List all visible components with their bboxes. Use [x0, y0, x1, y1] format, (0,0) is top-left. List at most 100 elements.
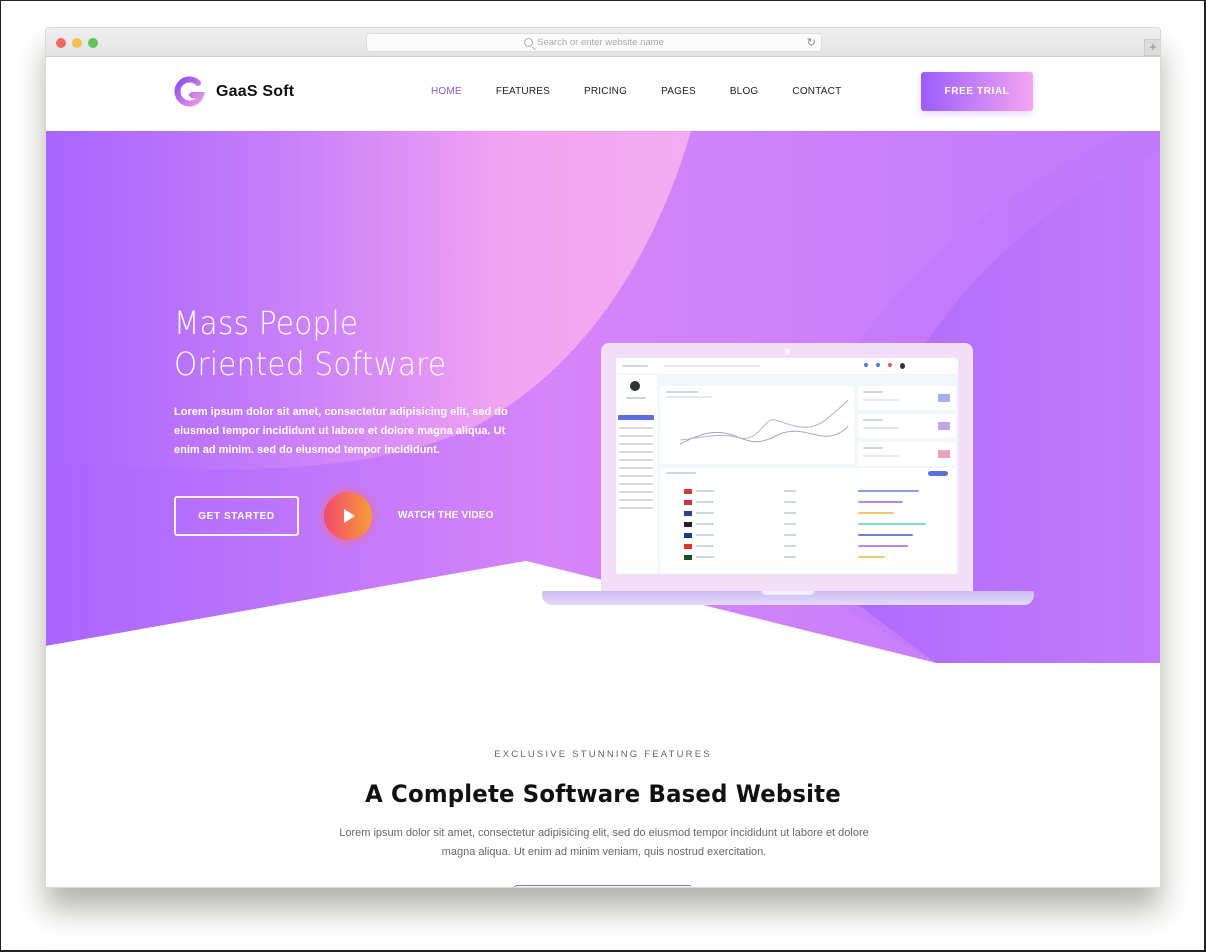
country-name — [696, 534, 714, 536]
brand-name: GaaS Soft — [216, 83, 295, 100]
country-value — [784, 501, 796, 503]
features-kicker: EXCLUSIVE STUNNING FEATURES — [494, 749, 712, 760]
dashboard-menu-item — [619, 443, 653, 445]
laptop-base — [542, 591, 1034, 605]
dashboard-menu-item — [619, 499, 653, 501]
nav-pages[interactable]: PAGES — [661, 86, 696, 97]
nav-features[interactable]: FEATURES — [496, 86, 550, 97]
reload-icon[interactable]: ↻ — [807, 36, 816, 49]
stat-card-sparkline — [938, 394, 950, 402]
country-name — [696, 501, 714, 503]
new-tab-button[interactable]: + — [1144, 39, 1160, 56]
main-menu: HOME FEATURES PRICING PAGES BLOG CONTACT — [431, 86, 875, 97]
watch-video-link[interactable]: WATCH THE VIDEO — [398, 510, 494, 521]
dashboard-icon — [876, 363, 880, 367]
country-name — [696, 523, 714, 525]
dashboard-countries-table — [660, 468, 956, 574]
dashboard-menu-item — [619, 435, 653, 437]
stat-card-subtitle — [863, 427, 899, 429]
hero-section: Mass People Oriented Software Lorem ipsu… — [46, 131, 1160, 671]
play-icon — [344, 509, 355, 523]
logo-icon — [174, 76, 206, 107]
site-navbar: GaaS Soft HOME FEATURES PRICING PAGES BL… — [46, 57, 1160, 131]
maximize-window-button[interactable] — [88, 38, 98, 48]
brand-logo[interactable]: GaaS Soft — [174, 76, 294, 108]
countries-table-title — [666, 472, 696, 474]
country-value — [784, 556, 796, 558]
country-flag — [684, 544, 692, 549]
get-started-button[interactable]: GET STARTED — [174, 496, 299, 536]
dashboard-brand — [622, 365, 648, 367]
country-flag — [684, 533, 692, 538]
country-progress-bar — [858, 512, 894, 514]
dashboard-icon — [888, 363, 892, 367]
country-value — [784, 512, 796, 514]
dashboard-menu-item — [619, 483, 653, 485]
features-button[interactable] — [514, 885, 692, 887]
country-name — [696, 556, 714, 558]
search-icon — [524, 38, 534, 47]
minimize-window-button[interactable] — [72, 38, 82, 48]
stat-card-title — [863, 419, 883, 421]
address-placeholder: Search or enter website name — [537, 37, 664, 48]
dashboard-analytics-card — [660, 386, 854, 464]
dashboard-avatar — [900, 363, 905, 369]
dashboard-menu-item — [619, 475, 653, 477]
hero-description: Lorem ipsum dolor sit amet, consectetur … — [174, 406, 508, 456]
country-name — [696, 545, 714, 547]
country-progress-bar — [858, 545, 908, 547]
country-flag — [684, 555, 692, 560]
laptop-notch — [762, 591, 814, 595]
country-flag — [684, 522, 692, 527]
dashboard-search — [664, 365, 760, 367]
address-bar[interactable]: Search or enter website name ↻ — [366, 33, 822, 52]
stat-card-sparkline — [938, 450, 950, 458]
dashboard-menu-item — [619, 427, 653, 429]
features-description: Lorem ipsum dolor sit amet, consectetur … — [339, 827, 869, 858]
dashboard-stat-card — [858, 442, 956, 466]
dashboard-menu-item — [619, 491, 653, 493]
dashboard-stat-card — [858, 386, 956, 410]
country-flag — [684, 489, 692, 494]
dashboard-profile-name — [626, 397, 646, 399]
stat-card-sparkline — [938, 422, 950, 430]
analytics-line-chart — [679, 399, 849, 445]
country-value — [784, 545, 796, 547]
hero-title: Mass People Oriented Software — [174, 303, 446, 385]
dashboard-stat-card — [858, 414, 956, 438]
hero-title-line-1: Mass People — [174, 304, 359, 342]
country-progress-bar — [858, 523, 927, 525]
country-progress-bar — [858, 490, 920, 492]
free-trial-button[interactable]: FREE TRIAL — [921, 72, 1033, 111]
analytics-series-1 — [679, 425, 849, 445]
features-title: A Complete Software Based Website — [365, 780, 841, 808]
nav-pricing[interactable]: PRICING — [584, 86, 627, 97]
laptop-mockup — [601, 343, 973, 593]
dashboard-screenshot — [616, 358, 958, 574]
stat-card-subtitle — [863, 399, 899, 401]
laptop-camera — [785, 349, 790, 354]
countries-table-button — [928, 471, 948, 476]
dashboard-icon — [864, 363, 868, 367]
dashboard-active-menu — [618, 415, 654, 420]
country-name — [696, 490, 714, 492]
country-progress-bar — [858, 556, 885, 558]
country-value — [784, 534, 796, 536]
close-window-button[interactable] — [56, 38, 66, 48]
stat-card-title — [863, 447, 883, 449]
dashboard-sidebar — [616, 375, 657, 574]
country-progress-bar — [858, 534, 913, 536]
country-name — [696, 512, 714, 514]
dashboard-menu-item — [619, 451, 653, 453]
dashboard-profile-avatar — [630, 381, 640, 391]
hero-title-line-2: Oriented Software — [174, 345, 447, 383]
nav-contact[interactable]: CONTACT — [792, 86, 841, 97]
browser-titlebar: Search or enter website name ↻ + — [46, 28, 1160, 57]
stat-card-title — [863, 391, 883, 393]
country-value — [784, 490, 796, 492]
stat-card-subtitle — [863, 455, 899, 457]
play-video-button[interactable] — [324, 492, 372, 540]
nav-home[interactable]: HOME — [431, 86, 462, 97]
dashboard-menu-item — [619, 507, 653, 509]
nav-blog[interactable]: BLOG — [730, 86, 759, 97]
